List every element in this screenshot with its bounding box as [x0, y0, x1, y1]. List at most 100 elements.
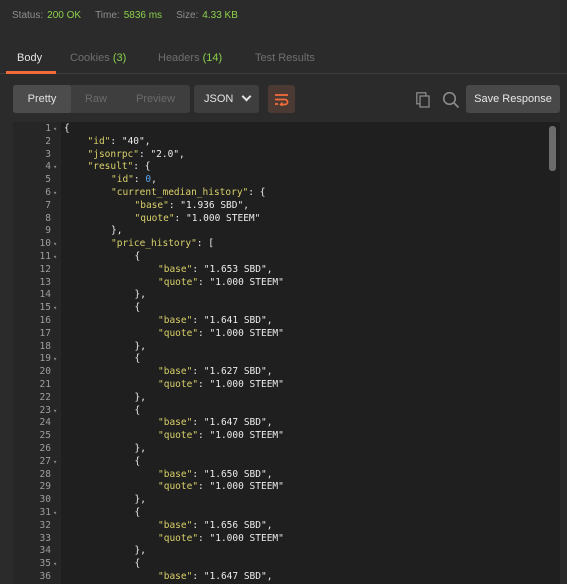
- json-punctuation: },: [134, 545, 146, 557]
- line-number-cell: 9: [13, 225, 51, 238]
- fold-toggle-icon[interactable]: ▾: [53, 238, 57, 251]
- code-text: "base": "1.647 SBD",: [158, 571, 272, 584]
- raw-button[interactable]: Raw: [71, 85, 121, 113]
- json-punctuation: ,: [266, 571, 273, 582]
- editor-scrollbar[interactable]: [549, 126, 556, 171]
- line-number: 23: [39, 404, 51, 416]
- json-punctuation: :: [198, 379, 210, 390]
- code-text: {: [135, 558, 141, 571]
- json-punctuation: :: [168, 199, 181, 211]
- copy-icon[interactable]: [416, 92, 430, 108]
- code-text: "base": "1.627 SBD",: [158, 366, 272, 379]
- json-punctuation: :: [110, 135, 122, 147]
- code-line: 16 "base": "1.641 SBD",: [13, 315, 543, 328]
- json-string: "1.000 STEEM": [209, 430, 284, 442]
- code-text: {: [135, 456, 141, 469]
- fold-toggle-icon[interactable]: ▾: [53, 251, 57, 264]
- json-string: "1.627 SBD": [203, 366, 267, 378]
- code-text: "quote": "1.000 STEEM": [158, 277, 284, 290]
- line-number: 34: [39, 545, 51, 557]
- line-number-cell: 23: [13, 405, 51, 418]
- line-number: 8: [45, 212, 51, 224]
- json-key: "current_median_history": [111, 187, 249, 198]
- wrap-lines-button[interactable]: [268, 85, 295, 113]
- line-number: 25: [39, 430, 51, 442]
- line-number-cell: 8: [13, 213, 51, 226]
- line-number: 21: [39, 379, 51, 390]
- status-code: Status: 200 OK: [12, 10, 81, 21]
- code-line: 19 ▾ {: [13, 353, 543, 366]
- line-number: 4: [45, 161, 51, 173]
- format-select[interactable]: JSON: [194, 85, 259, 113]
- code-line: 24 "base": "1.647 SBD",: [13, 417, 543, 430]
- tab-body[interactable]: Body: [17, 52, 42, 64]
- code-text: "result": {: [88, 161, 151, 174]
- line-number-cell: 11: [13, 251, 51, 264]
- json-punctuation: : [: [196, 238, 214, 250]
- tab-test-results[interactable]: Test Results: [255, 52, 315, 64]
- line-number-cell: 26: [13, 443, 51, 456]
- pretty-button[interactable]: Pretty: [13, 85, 71, 113]
- code-text: "base": "1.656 SBD",: [158, 520, 272, 533]
- json-punctuation: : {: [133, 161, 151, 173]
- fold-toggle-icon[interactable]: ▾: [53, 302, 57, 315]
- line-number-cell: 31: [13, 507, 51, 520]
- json-punctuation: :: [192, 519, 204, 531]
- json-key: "quote": [134, 212, 175, 224]
- code-text: "base": "1.653 SBD",: [158, 264, 272, 277]
- code-line: 26},: [13, 443, 543, 456]
- code-line: 32 "base": "1.656 SBD",: [13, 520, 543, 533]
- line-number: 14: [39, 289, 51, 301]
- response-body-editor[interactable]: 1 ▾{2 "id": "40", 3 "jsonrpc": "2.0", 4 ▾ "resu…: [13, 122, 560, 584]
- line-number-cell: 24: [13, 417, 51, 430]
- code-text: "id": 0,: [111, 174, 157, 187]
- fold-toggle-icon[interactable]: ▾: [53, 123, 57, 136]
- code-line: 5 "id": 0,: [13, 174, 543, 187]
- line-number: 20: [39, 366, 51, 378]
- json-punctuation: :: [198, 276, 210, 288]
- fold-toggle-icon[interactable]: ▾: [53, 353, 57, 366]
- code-text: "quote": "1.000 STEEM": [158, 328, 284, 341]
- json-punctuation: },: [134, 289, 146, 301]
- tab-test-results-label: Test Results: [255, 52, 315, 64]
- tab-cookies[interactable]: Cookies (3): [70, 52, 126, 64]
- line-number-cell: 32: [13, 520, 51, 533]
- search-icon[interactable]: [442, 91, 460, 109]
- fold-toggle-icon[interactable]: ▾: [53, 558, 57, 571]
- code-line: 34},: [13, 545, 543, 558]
- line-number: 35: [39, 558, 51, 570]
- line-number: 10: [39, 238, 51, 250]
- tab-cookies-label: Cookies: [70, 52, 110, 64]
- json-key: "price_history": [111, 238, 197, 250]
- line-number: 33: [39, 532, 51, 544]
- code-line: 25 "quote": "1.000 STEEM": [13, 430, 543, 443]
- code-text: "quote": "1.000 STEEM": [158, 481, 284, 494]
- fold-toggle-icon[interactable]: ▾: [53, 187, 57, 200]
- line-number-cell: 10: [13, 238, 51, 251]
- fold-toggle-icon[interactable]: ▾: [53, 456, 57, 469]
- code-line: 2 "id": "40",: [13, 136, 543, 149]
- json-punctuation: :: [192, 468, 204, 480]
- fold-toggle-icon[interactable]: ▾: [53, 161, 57, 174]
- preview-button[interactable]: Preview: [121, 85, 190, 113]
- json-string: "1.641 SBD": [203, 315, 267, 326]
- code-line: 30},: [13, 494, 543, 507]
- fold-toggle-icon[interactable]: ▾: [53, 507, 57, 520]
- line-number-cell: 17: [13, 328, 51, 341]
- json-punctuation: ,: [243, 199, 249, 211]
- tab-headers[interactable]: Headers (14): [158, 52, 222, 64]
- code-text: },: [135, 545, 146, 558]
- code-text: "quote": "1.000 STEEM": [158, 430, 284, 443]
- code-text: {: [135, 302, 141, 315]
- json-string: "1.647 SBD": [203, 571, 267, 582]
- code-line: 28 "base": "1.650 SBD",: [13, 469, 543, 482]
- json-punctuation: ,: [266, 315, 273, 326]
- line-number: 7: [45, 199, 51, 211]
- json-punctuation: {: [134, 353, 141, 365]
- code-text: },: [111, 225, 122, 238]
- json-punctuation: },: [134, 494, 146, 506]
- json-punctuation: ,: [151, 174, 157, 186]
- line-number: 36: [39, 571, 51, 582]
- fold-toggle-icon[interactable]: ▾: [53, 405, 57, 418]
- save-response-button[interactable]: Save Response: [466, 85, 560, 113]
